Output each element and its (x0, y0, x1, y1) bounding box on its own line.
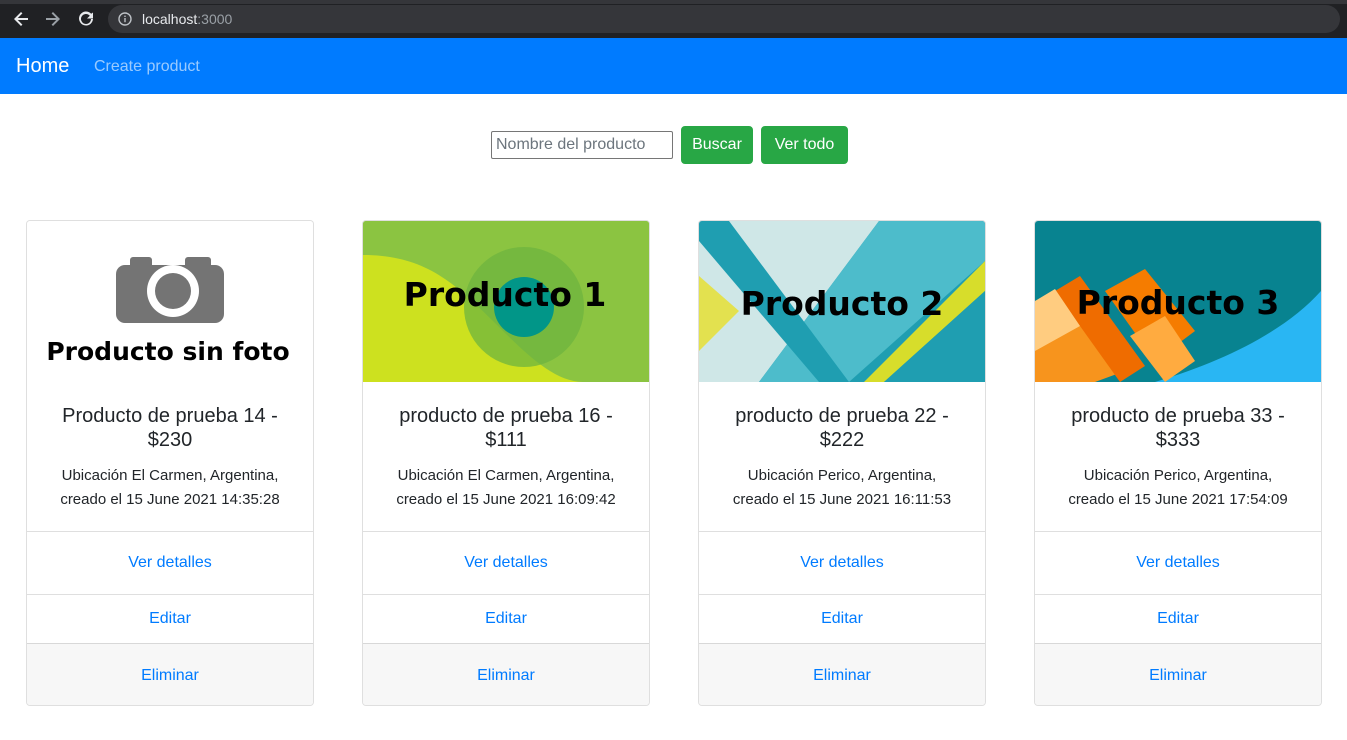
image-caption: Producto sin foto (46, 337, 289, 366)
product-title-name: producto de prueba 16 - (399, 405, 613, 427)
view-details-link[interactable]: Ver detalles (699, 531, 985, 594)
product-card: Producto 2 producto de prueba 22 - $222 U… (698, 220, 986, 706)
delete-link[interactable]: Eliminar (363, 643, 649, 705)
delete-link[interactable]: Eliminar (1035, 643, 1321, 705)
product-price: $222 (819, 429, 865, 451)
product-meta: Ubicación Perico, Argentina, creado el 15… (709, 464, 975, 512)
create-product-link[interactable]: Create product (94, 58, 200, 76)
edit-link[interactable]: Editar (27, 594, 313, 643)
product-price: $230 (147, 429, 193, 451)
address-bar[interactable]: localhost:3000 (108, 5, 1340, 33)
product-title: producto de prueba 33 - $333 (1045, 404, 1311, 452)
browser-toolbar: localhost:3000 (0, 0, 1347, 38)
product-meta: Ubicación Perico, Argentina, creado el 15… (1045, 464, 1311, 512)
url-port: :3000 (197, 11, 233, 27)
url-host: localhost (142, 11, 198, 27)
product-image: Producto 1 (363, 221, 649, 382)
product-image: Producto 2 (699, 221, 985, 382)
product-created: creado el 15 June 2021 14:35:28 (60, 491, 280, 508)
edit-link[interactable]: Editar (363, 594, 649, 643)
view-all-button[interactable]: Ver todo (761, 126, 848, 164)
product-price: $111 (485, 429, 527, 451)
view-details-link[interactable]: Ver detalles (27, 531, 313, 594)
view-details-link[interactable]: Ver detalles (1035, 531, 1321, 594)
reload-icon[interactable] (75, 8, 97, 30)
image-caption: Producto 1 (404, 275, 607, 314)
tab-strip-edge (0, 0, 1347, 4)
product-image: Producto sin foto (27, 221, 313, 382)
product-title: producto de prueba 16 - $111 (373, 404, 639, 452)
product-price: $333 (1155, 429, 1201, 451)
product-title-name: producto de prueba 33 - (1071, 405, 1285, 427)
delete-link[interactable]: Eliminar (27, 643, 313, 705)
product-title: Producto de prueba 14 - $230 (37, 404, 303, 452)
camera-icon (116, 257, 224, 323)
url-text: localhost:3000 (142, 11, 232, 27)
back-arrow-icon[interactable] (10, 8, 32, 30)
product-created: creado el 15 June 2021 17:54:09 (1068, 491, 1288, 508)
product-created: creado el 15 June 2021 16:09:42 (396, 491, 616, 508)
image-caption: Producto 2 (741, 284, 944, 323)
product-title: producto de prueba 22 - $222 (709, 404, 975, 452)
product-meta: Ubicación El Carmen, Argentina, creado el… (37, 464, 303, 512)
product-meta: Ubicación El Carmen, Argentina, creado el… (373, 464, 639, 512)
edit-link[interactable]: Editar (1035, 594, 1321, 643)
forward-arrow-icon[interactable] (42, 8, 64, 30)
edit-link[interactable]: Editar (699, 594, 985, 643)
product-card: Producto 3 producto de prueba 33 - $333 U… (1034, 220, 1322, 706)
site-info-icon[interactable] (118, 12, 132, 26)
product-location: Ubicación El Carmen, Argentina, (61, 467, 279, 484)
product-card: Producto 1 producto de prueba 16 - $111 U… (362, 220, 650, 706)
top-navbar: Home Create product (0, 38, 1347, 94)
product-name-search-input[interactable] (491, 131, 673, 159)
product-title-name: producto de prueba 22 - (735, 405, 949, 427)
product-card: Producto sin foto Producto de prueba 14 … (26, 220, 314, 706)
search-button[interactable]: Buscar (681, 126, 753, 164)
delete-link[interactable]: Eliminar (699, 643, 985, 705)
home-brand-link[interactable]: Home (16, 55, 69, 78)
product-location: Ubicación Perico, Argentina, (747, 467, 937, 484)
product-location: Ubicación Perico, Argentina, (1083, 467, 1273, 484)
image-caption: Producto 3 (1077, 283, 1280, 322)
product-created: creado el 15 June 2021 16:11:53 (732, 491, 952, 508)
product-title-name: Producto de prueba 14 - (62, 405, 278, 427)
product-location: Ubicación El Carmen, Argentina, (397, 467, 615, 484)
view-details-link[interactable]: Ver detalles (363, 531, 649, 594)
product-image: Producto 3 (1035, 221, 1321, 382)
